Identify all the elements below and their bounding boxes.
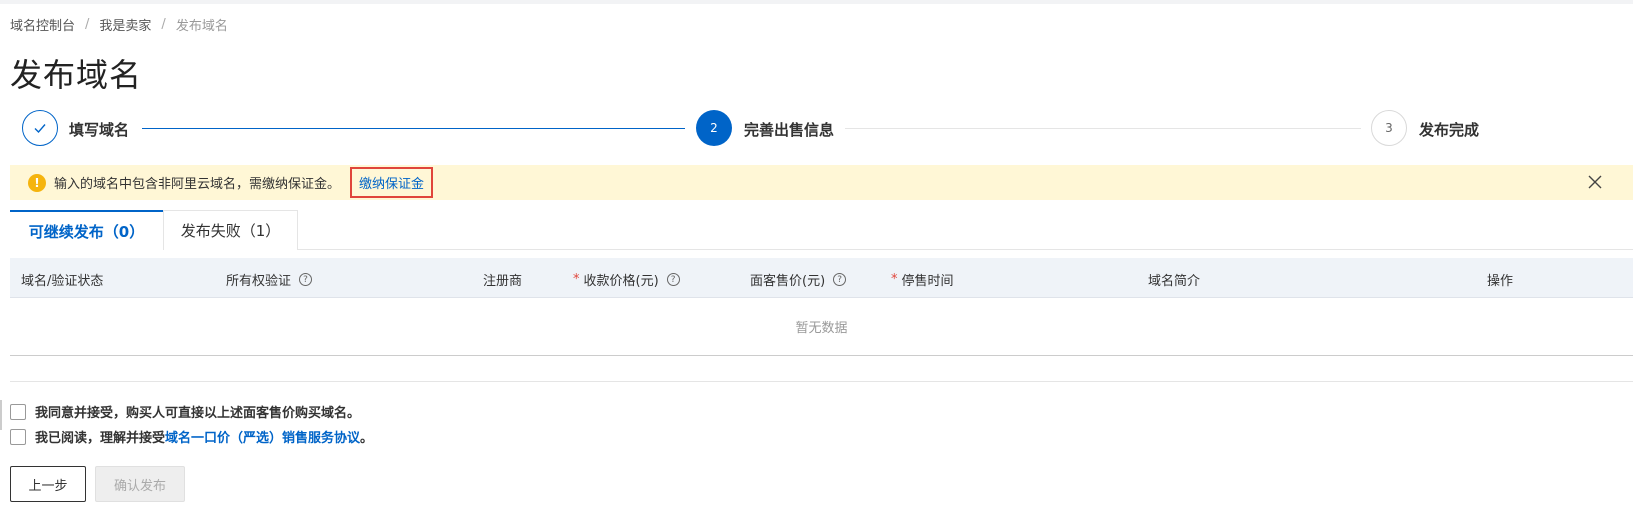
column-label: 所有权验证 (226, 274, 292, 289)
pay-deposit-link[interactable]: 缴纳保证金 (350, 167, 434, 198)
step-1-circle (22, 110, 58, 146)
section-divider (10, 381, 1633, 382)
agreement-contract: 我已阅读，理解并接受 域名一口价（严选）销售服务协议 。 (10, 427, 373, 446)
agreement-price: 我同意并接受，购买人可直接以上述面客售价购买域名。 (10, 402, 360, 421)
column-customer-price: 面客售价(元) ? (750, 270, 847, 289)
help-icon[interactable]: ? (666, 273, 680, 286)
agree-price-checkbox[interactable] (10, 403, 26, 420)
required-mark: * (573, 272, 580, 287)
previous-step-button[interactable]: 上一步 (10, 466, 86, 502)
column-stop-time: * 停售时间 (891, 270, 954, 289)
tab-bar: 可继续发布（0） 发布失败（1） (10, 210, 1633, 251)
breadcrumb-separator: / (161, 17, 166, 32)
table-header: 域名/验证状态 所有权验证 ? 注册商 * 收款价格(元) ? 面客售价(元) … (10, 258, 1633, 298)
confirm-publish-button[interactable]: 确认发布 (95, 466, 185, 502)
service-agreement-link[interactable]: 域名一口价（严选）销售服务协议 (165, 427, 360, 446)
agreement-contract-suffix: 。 (360, 431, 374, 446)
column-label: 注册商 (483, 274, 523, 289)
page-title: 发布域名 (10, 56, 143, 94)
required-mark: * (891, 272, 898, 287)
help-icon[interactable]: ? (833, 273, 847, 286)
warning-icon: ! (28, 173, 46, 192)
step-line-1 (142, 128, 685, 129)
step-3-label: 发布完成 (1419, 121, 1480, 139)
column-label: 域名/验证状态 (21, 274, 104, 289)
breadcrumb-domain-console[interactable]: 域名控制台 (10, 15, 75, 34)
breadcrumb-separator: / (85, 17, 90, 32)
column-receive-price: * 收款价格(元) ? (573, 270, 680, 289)
left-edge-mark (0, 400, 2, 430)
column-label: 收款价格(元) (583, 274, 659, 289)
column-domain-status: 域名/验证状态 (21, 270, 103, 289)
step-3-circle: 3 (1371, 110, 1407, 146)
column-registrar: 注册商 (483, 270, 522, 289)
step-1-label: 填写域名 (69, 121, 130, 139)
column-label: 域名简介 (1148, 274, 1201, 289)
check-icon (34, 124, 46, 134)
close-icon[interactable] (1585, 172, 1605, 192)
step-2-label: 完善出售信息 (744, 121, 835, 139)
step-2-circle: 2 (696, 110, 732, 146)
step-line-2 (845, 128, 1361, 129)
table-empty-state: 暂无数据 (10, 298, 1633, 356)
agreement-price-text: 我同意并接受，购买人可直接以上述面客售价购买域名。 (35, 406, 361, 421)
tab-publish-failed[interactable]: 发布失败（1） (163, 210, 298, 250)
column-domain-intro: 域名简介 (1148, 270, 1200, 289)
column-ownership: 所有权验证 ? (226, 270, 313, 289)
domain-table: 域名/验证状态 所有权验证 ? 注册商 * 收款价格(元) ? 面客售价(元) … (10, 258, 1633, 356)
column-label: 面客售价(元) (750, 274, 826, 289)
tab-can-publish[interactable]: 可继续发布（0） (10, 210, 163, 251)
agreement-contract-prefix: 我已阅读，理解并接受 (35, 431, 166, 446)
warning-alert: ! 输入的域名中包含非阿里云域名，需缴纳保证金。 缴纳保证金 (10, 165, 1633, 200)
alert-message: 输入的域名中包含非阿里云域名，需缴纳保证金。 (54, 177, 341, 192)
help-icon[interactable]: ? (299, 273, 313, 286)
top-rule (0, 0, 1633, 4)
agree-contract-checkbox[interactable] (10, 428, 26, 445)
breadcrumb-current: 发布域名 (175, 19, 228, 34)
column-label: 停售时间 (901, 274, 954, 289)
column-label: 操作 (1487, 274, 1514, 289)
column-actions: 操作 (1487, 270, 1513, 289)
step-indicator: 填写域名 2 完善出售信息 3 发布完成 (0, 110, 1633, 150)
breadcrumb: 域名控制台 / 我是卖家 / 发布域名 (10, 15, 228, 34)
breadcrumb-seller[interactable]: 我是卖家 (99, 15, 151, 34)
